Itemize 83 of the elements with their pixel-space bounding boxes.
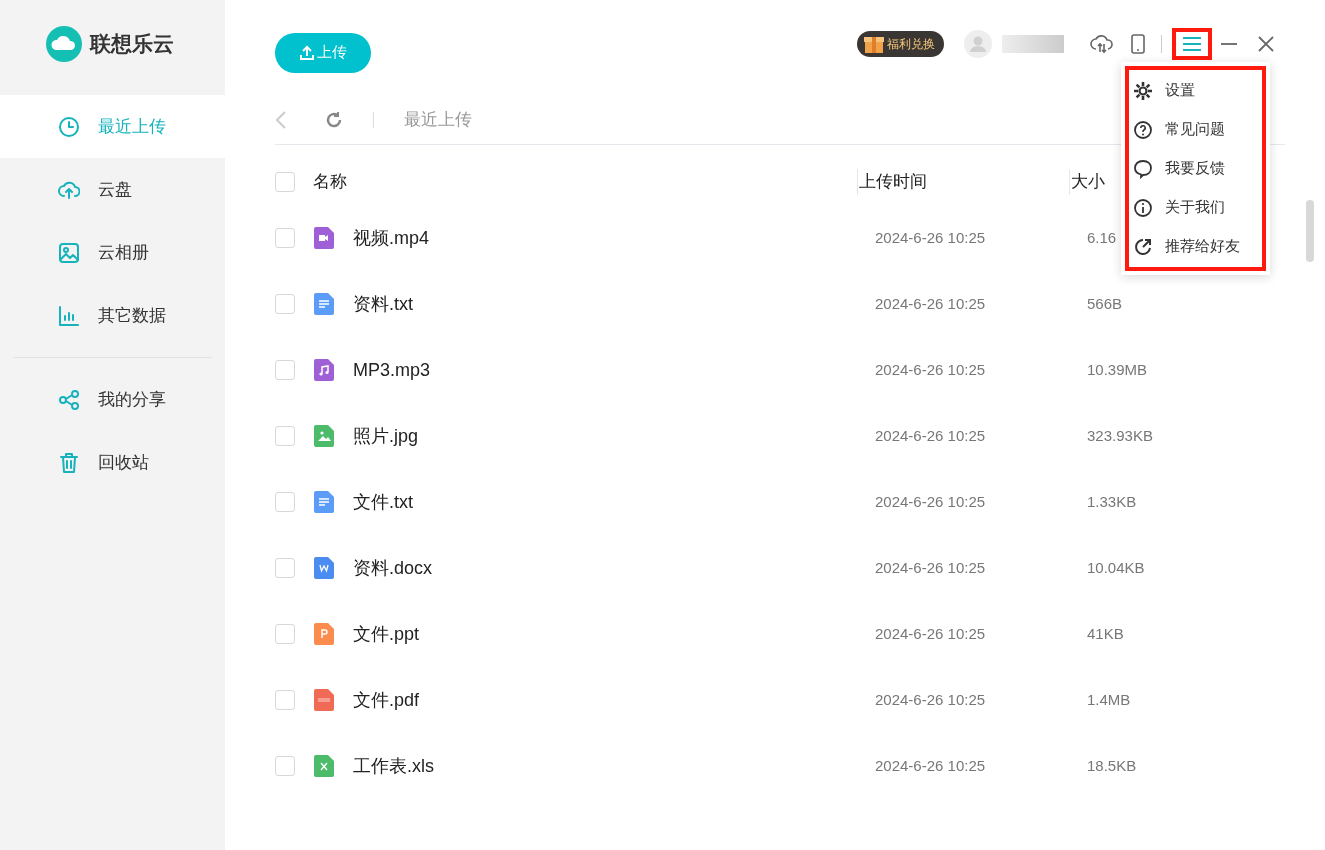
file-name[interactable]: 资料.docx [353, 554, 875, 582]
sidebar-item[interactable]: 云盘 [0, 158, 225, 221]
phone-icon[interactable] [1131, 33, 1145, 54]
checkbox[interactable] [275, 756, 295, 776]
upload-icon [299, 44, 315, 61]
cloud-logo-icon [46, 25, 82, 62]
checkbox[interactable] [275, 426, 295, 446]
upload-time: 2024-6-26 10:25 [875, 623, 987, 644]
menu-item[interactable]: 关于我们 [1129, 188, 1262, 227]
checkbox[interactable] [275, 690, 295, 710]
audio-file-icon [313, 359, 335, 381]
file-size: 41KB [1087, 623, 1124, 644]
file-size: 10.39MB [1087, 359, 1148, 380]
menu-button[interactable] [1172, 27, 1212, 60]
pdf-file-icon [313, 689, 335, 711]
bar-chart-icon [58, 304, 80, 327]
upload-time: 2024-6-26 10:25 [875, 491, 987, 512]
menu-icon [1182, 35, 1202, 52]
file-size: 323.93KB [1087, 425, 1153, 446]
file-name[interactable]: 文件.txt [353, 488, 875, 516]
checkbox[interactable] [275, 172, 295, 192]
file-size: 6.16 [1087, 227, 1117, 248]
text-file-icon [313, 293, 335, 315]
column-header[interactable]: 上传时间 [857, 169, 1069, 195]
upload-time: 2024-6-26 10:25 [875, 227, 987, 248]
file-name[interactable]: 文件.ppt [353, 620, 875, 648]
file-size: 1.4MB [1087, 689, 1131, 710]
app-name: 联想乐云 [90, 30, 174, 57]
ppt-file-icon [313, 623, 335, 645]
checkbox[interactable] [275, 492, 295, 512]
speech-bubble-icon [1133, 158, 1153, 179]
checkbox[interactable] [275, 360, 295, 380]
file-name[interactable]: 工作表.xls [353, 752, 875, 780]
image-file-icon [313, 425, 335, 447]
menu-item[interactable]: 我要反馈 [1129, 149, 1262, 188]
video-file-icon [313, 227, 335, 249]
avatar-icon[interactable] [964, 29, 992, 58]
menu-item[interactable]: 设置 [1129, 71, 1262, 110]
share-icon [58, 388, 80, 411]
file-size: 10.04KB [1087, 557, 1145, 578]
file-name[interactable]: 文件.pdf [353, 686, 875, 714]
menu-item[interactable]: 常见问题 [1129, 110, 1262, 149]
info-icon [1133, 197, 1153, 218]
checkbox[interactable] [275, 228, 295, 248]
file-name[interactable]: 视频.mp4 [353, 224, 875, 252]
clock-icon [58, 115, 80, 138]
word-file-icon [313, 557, 335, 579]
share-arrow-icon [1133, 236, 1153, 257]
text-file-icon [313, 491, 335, 513]
trash-icon [58, 451, 80, 474]
upload-time: 2024-6-26 10:25 [875, 755, 987, 776]
file-size: 1.33KB [1087, 491, 1137, 512]
upload-time: 2024-6-26 10:25 [875, 425, 987, 446]
blurred-username [1002, 34, 1064, 53]
breadcrumb: 最近上传 [404, 108, 472, 131]
sidebar-item[interactable]: 回收站 [0, 431, 225, 494]
scrollbar[interactable] [1306, 200, 1314, 262]
file-size: 18.5KB [1087, 755, 1137, 776]
upload-time: 2024-6-26 10:25 [875, 557, 987, 578]
upload-time: 2024-6-26 10:25 [875, 689, 987, 710]
menu-item[interactable]: 推荐给好友 [1129, 227, 1262, 266]
cloud-transfer-icon[interactable] [1090, 32, 1114, 55]
image-icon [58, 241, 80, 264]
file-name[interactable]: 资料.txt [353, 290, 875, 318]
file-name[interactable]: MP3.mp3 [353, 356, 875, 384]
help-icon [1133, 119, 1153, 140]
sidebar-item[interactable]: 云相册 [0, 221, 225, 284]
checkbox[interactable] [275, 294, 295, 314]
upload-time: 2024-6-26 10:25 [875, 359, 987, 380]
checkbox[interactable] [275, 624, 295, 644]
file-name[interactable]: 照片.jpg [353, 422, 875, 450]
file-size: 566B [1087, 293, 1123, 314]
upload-time: 2024-6-26 10:25 [875, 293, 987, 314]
checkbox[interactable] [275, 558, 295, 578]
column-header[interactable]: 大小 [1069, 169, 1105, 195]
excel-file-icon [313, 755, 335, 777]
refresh-icon[interactable] [325, 110, 343, 129]
sidebar-item[interactable]: 我的分享 [0, 368, 225, 431]
gear-icon [1133, 80, 1153, 101]
rewards-badge[interactable]: 福利兑换 [857, 30, 944, 57]
sidebar-item[interactable]: 其它数据 [0, 284, 225, 347]
close-icon[interactable] [1257, 34, 1275, 53]
column-header[interactable]: 名称 [295, 169, 857, 195]
